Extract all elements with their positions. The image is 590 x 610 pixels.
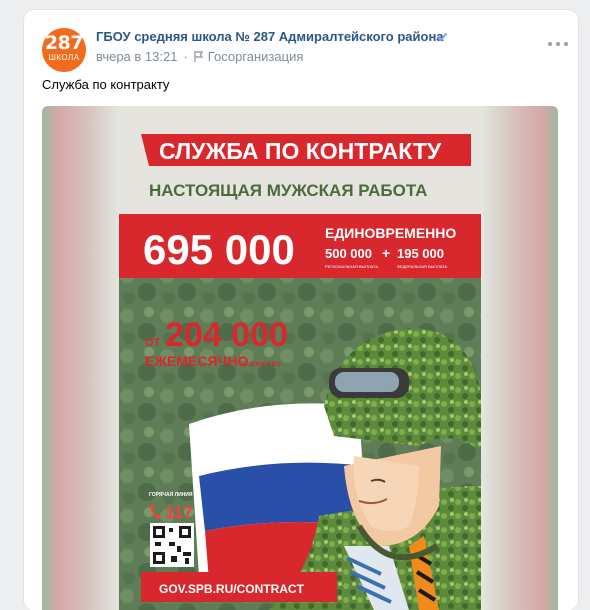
post-image[interactable]: СЛУЖБА ПО КОНТРАКТУ НАСТОЯЩАЯ МУЖСКАЯ РА… [42, 106, 558, 610]
federal-amount: 195 000 [397, 246, 444, 261]
regional-label: РЕГИОНАЛЬНАЯ ВЫПЛАТА [325, 264, 378, 269]
poster-subtitle: НАСТОЯЩАЯ МУЖСКАЯ РАБОТА [149, 181, 427, 200]
poster-artwork: СЛУЖБА ПО КОНТРАКТУ НАСТОЯЩАЯ МУЖСКАЯ РА… [119, 106, 481, 610]
plus-sign: + [382, 245, 390, 261]
recruitment-poster: СЛУЖБА ПО КОНТРАКТУ НАСТОЯЩАЯ МУЖСКАЯ РА… [119, 106, 481, 610]
author-name[interactable]: ГБОУ средняя школа № 287 Адмиралтейского… [96, 29, 444, 44]
post-text: Служба по контракту [42, 77, 170, 92]
post-category: Госорганизация [207, 49, 304, 64]
zone-label: В ЗОНЕ СВО [243, 362, 281, 368]
avatar[interactable]: 287 ШКОЛА [42, 28, 86, 72]
regional-amount: 500 000 [325, 246, 372, 261]
monthly-amount: 204 000 [165, 316, 288, 354]
image-blur-right [478, 106, 558, 610]
verified-icon [437, 33, 447, 42]
avatar-word: ШКОЛА [48, 53, 80, 62]
qr-code-icon [150, 523, 194, 567]
federal-label: ФЕДЕРАЛЬНАЯ ВЫПЛАТА [397, 264, 447, 269]
post-time[interactable]: вчера в 13:21 [96, 49, 177, 64]
avatar-number: 287 [44, 32, 84, 54]
monthly-label: ЕЖЕМЕСЯЧНО [145, 353, 248, 369]
more-icon[interactable] [546, 36, 570, 52]
post-meta: вчера в 13:21 · Госорганизация [96, 49, 304, 64]
hotline-label: ГОРЯЧАЯ ЛИНИЯ [149, 492, 193, 498]
post-card: 287 ШКОЛА ГБОУ средняя школа № 287 Адмир… [24, 10, 578, 610]
poster-url: GOV.SPB.RU/CONTRACT [159, 582, 305, 596]
lump-sum-label: ЕДИНОВРЕМЕННО [325, 225, 456, 241]
image-blur-left [42, 106, 122, 610]
poster-title: СЛУЖБА ПО КОНТРАКТУ [159, 138, 442, 164]
flag-icon [194, 51, 204, 62]
hotline-number: 117 [165, 503, 192, 522]
from-label: ОТ [145, 337, 161, 349]
lump-sum: 695 000 [143, 226, 295, 273]
